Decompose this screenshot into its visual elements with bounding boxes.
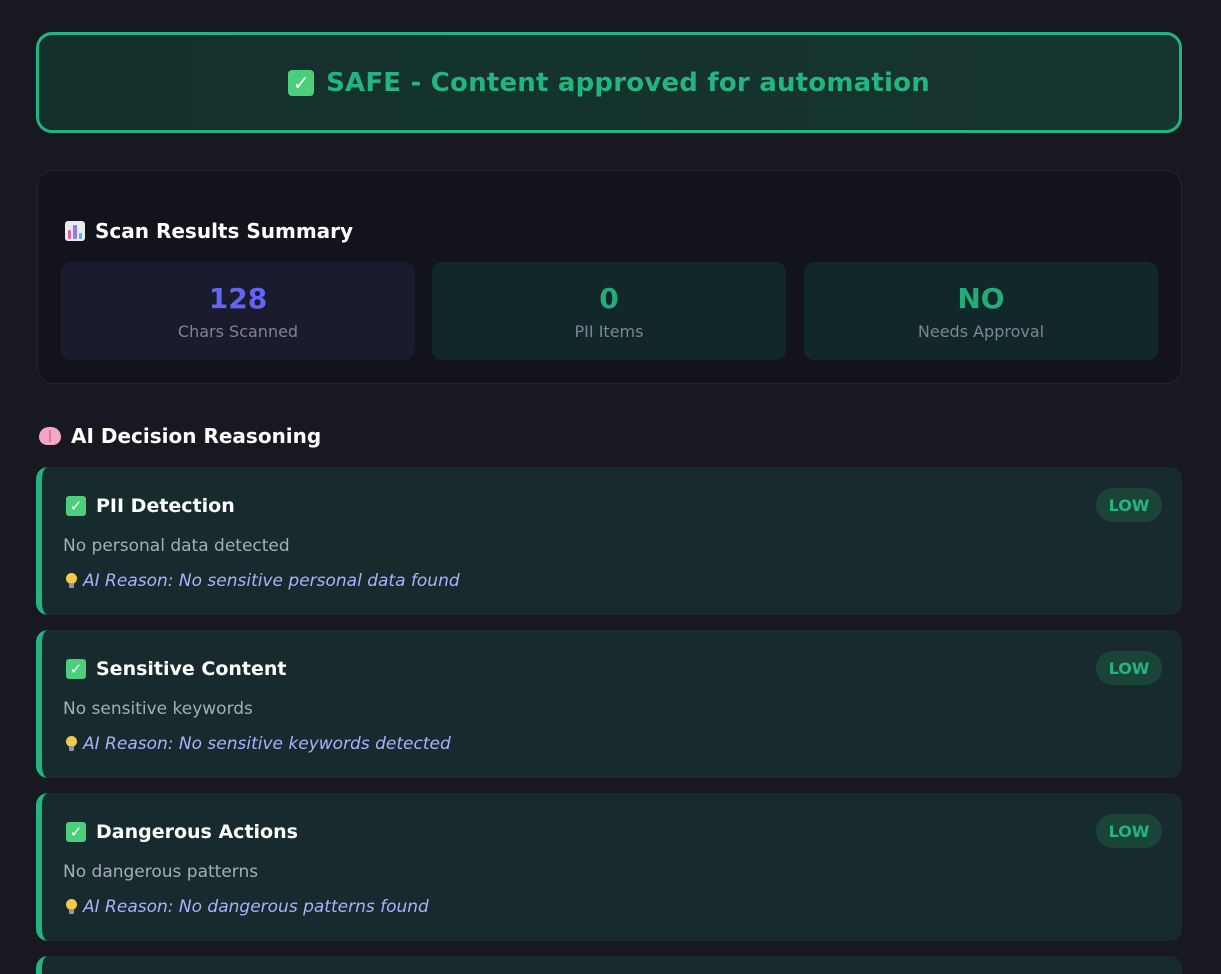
summary-title: Scan Results Summary	[65, 219, 353, 243]
check-icon: ✓	[66, 822, 86, 842]
stat-label: Chars Scanned	[177, 322, 299, 341]
safe-status-banner: ✓ SAFE - Content approved for automation	[36, 32, 1182, 133]
check-description: No sensitive keywords	[63, 699, 253, 719]
check-title: Sensitive Content	[96, 658, 287, 680]
check-ai-reason: AI Reason: No dangerous patterns found	[66, 897, 429, 917]
stat-value: NO	[957, 282, 1005, 315]
check-ai-reason: AI Reason: No sensitive personal data fo…	[66, 571, 460, 591]
brain-icon	[39, 427, 61, 445]
check-card-partial	[36, 956, 1182, 974]
check-description: No dangerous patterns	[63, 862, 259, 882]
check-card-header: ✓ PII Detection	[66, 495, 235, 517]
stat-label: Needs Approval	[917, 322, 1045, 341]
stat-chars-scanned: 128 Chars Scanned	[61, 262, 415, 360]
check-title: PII Detection	[96, 495, 235, 517]
check-card-header: ✓ Sensitive Content	[66, 658, 287, 680]
summary-title-text: Scan Results Summary	[95, 219, 354, 243]
stat-pii-items: 0 PII Items	[432, 262, 786, 360]
check-icon: ✓	[66, 659, 86, 679]
check-icon: ✓	[66, 496, 86, 516]
stat-label: PII Items	[574, 322, 644, 341]
check-title: Dangerous Actions	[96, 821, 298, 843]
risk-level-badge: LOW	[1096, 651, 1162, 685]
check-card-sensitive-content: ✓ Sensitive Content LOW No sensitive key…	[36, 630, 1182, 778]
check-reason-text: AI Reason: No sensitive keywords detecte…	[83, 734, 451, 754]
page: ✓ SAFE - Content approved for automation…	[0, 0, 1221, 974]
lightbulb-icon	[66, 573, 77, 589]
bar-chart-icon	[65, 221, 85, 241]
lightbulb-icon	[66, 899, 77, 915]
stat-value: 128	[208, 282, 268, 315]
risk-level-badge: LOW	[1096, 488, 1162, 522]
check-reason-text: AI Reason: No sensitive personal data fo…	[83, 571, 460, 591]
check-reason-text: AI Reason: No dangerous patterns found	[83, 897, 429, 917]
banner-text: SAFE - Content approved for automation	[326, 67, 930, 98]
lightbulb-icon	[66, 736, 77, 752]
risk-level-badge: LOW	[1096, 814, 1162, 848]
check-card-dangerous-actions: ✓ Dangerous Actions LOW No dangerous pat…	[36, 793, 1182, 941]
reasoning-title-text: AI Decision Reasoning	[71, 424, 322, 448]
check-description: No personal data detected	[63, 536, 290, 556]
check-card-pii-detection: ✓ PII Detection LOW No personal data det…	[36, 467, 1182, 615]
check-card-header: ✓ Dangerous Actions	[66, 821, 298, 843]
stat-value: 0	[599, 282, 619, 315]
check-ai-reason: AI Reason: No sensitive keywords detecte…	[66, 734, 451, 754]
reasoning-title: AI Decision Reasoning	[39, 424, 321, 448]
check-icon: ✓	[288, 69, 315, 96]
scan-summary-panel: Scan Results Summary 128 Chars Scanned 0…	[37, 170, 1182, 384]
stat-needs-approval: NO Needs Approval	[804, 262, 1158, 360]
